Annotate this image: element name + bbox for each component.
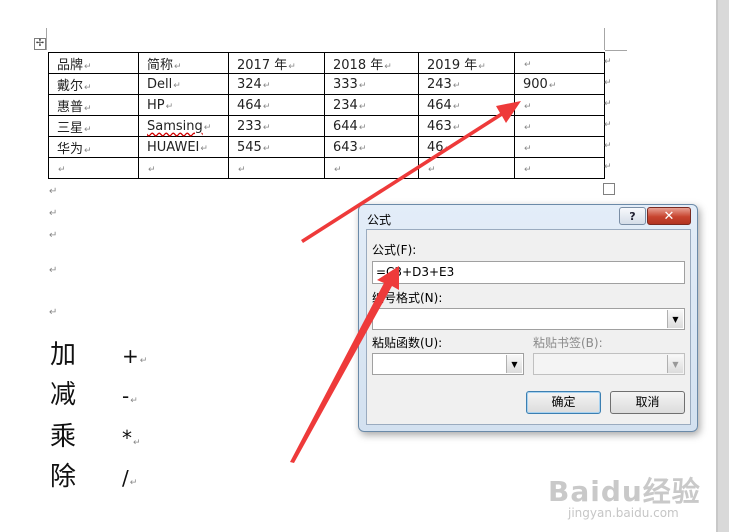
row-end-mark: ↵ xyxy=(604,99,612,109)
row-end-mark: ↵ xyxy=(604,78,612,88)
row-end-mark: ↵ xyxy=(604,141,612,151)
row-end-mark: ↵ xyxy=(604,162,612,172)
watermark-url: jingyan.baidu.com xyxy=(568,506,679,520)
row-end-mark: ↵ xyxy=(604,57,612,67)
annotation-arrows xyxy=(290,101,521,463)
watermark-logo: Baidu经验 xyxy=(548,475,701,508)
arrow-to-cell-icon xyxy=(301,101,521,243)
arrow-to-formula-icon xyxy=(290,266,399,463)
row-end-mark: ↵ xyxy=(604,120,612,130)
